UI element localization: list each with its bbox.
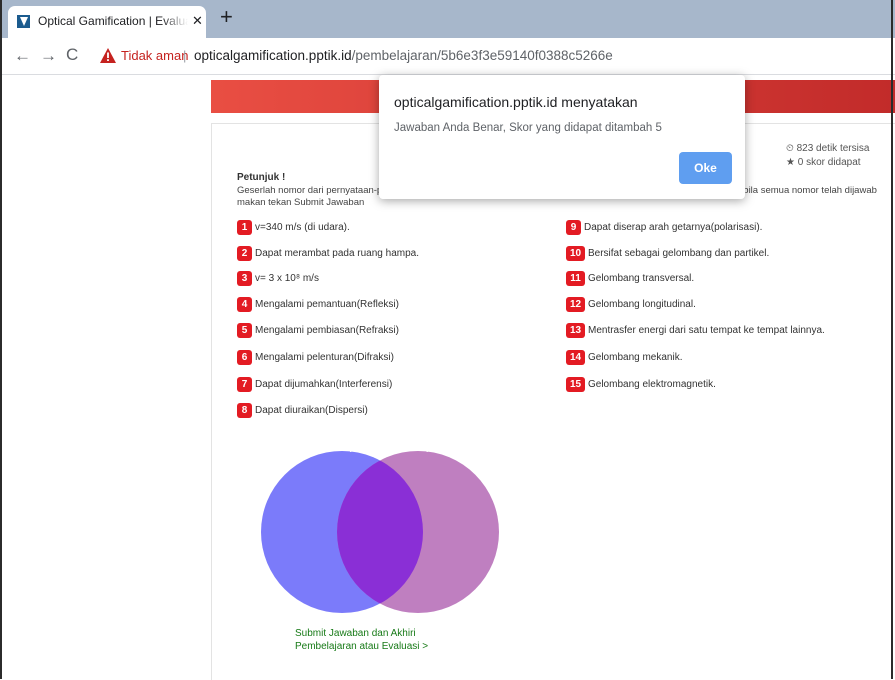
statement-text: Gelombang mekanik. [588, 351, 683, 363]
timer-text: ⏲ 823 detik tersisa [786, 143, 870, 154]
statement-text: Gelombang transversal. [588, 272, 695, 284]
statement-text: Mentrasfer energi dari satu tempat ke te… [588, 324, 825, 336]
instructions-heading: Petunjuk ! [237, 172, 286, 183]
statement-text: v=340 m/s (di udara). [255, 221, 350, 233]
statement-item[interactable]: 2 Dapat merambat pada ruang hampa. [237, 245, 419, 261]
statement-text: Mengalami pembiasan(Refraksi) [255, 324, 399, 336]
statement-item[interactable]: 5 Mengalami pembiasan(Refraksi) [237, 322, 399, 338]
instructions-line2: makan tekan Submit Jawaban [237, 197, 365, 208]
statement-item[interactable]: 7 Dapat dijumahkan(Interferensi) [237, 376, 392, 392]
statement-text: Mengalami pelenturan(Difraksi) [255, 351, 394, 363]
statement-item[interactable]: 11 Gelombang transversal. [566, 270, 694, 286]
statement-number-badge: 15 [566, 376, 585, 392]
statement-item[interactable]: 3 v= 3 x 10⁸ m/s [237, 270, 319, 286]
browser-tab[interactable]: Optical Gamification | Evaluasi dan ✕ [8, 6, 206, 38]
submit-line1: Submit Jawaban dan Akhiri [295, 628, 416, 639]
venn-right-label: Bunyi [408, 442, 433, 453]
new-tab-button[interactable]: + [220, 6, 233, 28]
statement-number-badge: 3 [237, 270, 252, 286]
statement-number-badge: 5 [237, 322, 252, 338]
statement-item[interactable]: 1 v=340 m/s (di udara). [237, 219, 350, 235]
statement-number-badge: 10 [566, 245, 585, 261]
statement-item[interactable]: 4 Mengalami pemantuan(Refleksi) [237, 296, 399, 312]
statement-text: Bersifat sebagai gelombang dan partikel. [588, 247, 770, 259]
statement-text: Dapat diserap arah getarnya(polarisasi). [584, 221, 763, 233]
statement-text: v= 3 x 10⁸ m/s [255, 272, 319, 284]
statement-number-badge: 6 [237, 349, 252, 365]
site-favicon-icon [17, 15, 30, 28]
address-bar[interactable]: opticalgamification.pptik.id/pembelajara… [194, 48, 613, 63]
security-status[interactable]: Tidak aman [121, 48, 188, 63]
statement-item[interactable]: 9 Dapat diserap arah getarnya(polarisasi)… [566, 219, 762, 235]
statement-item[interactable]: 8 Dapat diuraikan(Dispersi) [237, 402, 368, 418]
statement-number-badge: 13 [566, 322, 585, 338]
submit-line2: Pembelajaran atau Evaluasi > [295, 641, 429, 652]
statement-number-badge: 11 [566, 270, 585, 286]
statement-text: Dapat merambat pada ruang hampa. [255, 247, 419, 259]
statement-item[interactable]: 10 Bersifat sebagai gelombang dan partike… [566, 245, 769, 261]
statement-number-badge: 7 [237, 376, 252, 392]
venn-diagram[interactable]: Cahaya Bunyi [255, 435, 515, 620]
forward-button[interactable]: → [40, 47, 57, 65]
url-host: opticalgamification.pptik.id [194, 48, 352, 63]
statement-text: Mengalami pemantuan(Refleksi) [255, 298, 399, 310]
statement-item[interactable]: 13 Mentrasfer energi dari satu tempat ke … [566, 322, 825, 338]
close-tab-icon[interactable]: ✕ [192, 13, 203, 29]
statement-number-badge: 2 [237, 245, 252, 261]
statement-item[interactable]: 6 Mengalami pelenturan(Difraksi) [237, 349, 394, 365]
url-separator: | [183, 48, 187, 63]
statement-text: Gelombang elektromagnetik. [588, 378, 716, 390]
statement-number-badge: 8 [237, 402, 252, 418]
browser-toolbar: ← → C Tidak aman | opticalgamification.p… [0, 38, 895, 75]
dialog-message: Jawaban Anda Benar, Skor yang didapat di… [394, 122, 662, 134]
alert-dialog: opticalgamification.pptik.id menyatakan … [379, 75, 745, 199]
statement-item[interactable]: 14 Gelombang mekanik. [566, 349, 683, 365]
statement-text: Dapat diuraikan(Dispersi) [255, 404, 368, 416]
statement-number-badge: 1 [237, 219, 252, 235]
statement-number-badge: 14 [566, 349, 585, 365]
tab-title: Optical Gamification | Evaluasi dan [38, 14, 188, 28]
url-path: /pembelajaran/5b6e3f3e59140f0388c5266e [351, 48, 613, 63]
statement-text: Gelombang longitudinal. [588, 298, 696, 310]
ok-button[interactable]: Oke [679, 152, 732, 184]
venn-left-label: Cahaya [326, 442, 361, 453]
statement-number-badge: 9 [566, 219, 581, 235]
score-text: ★ 0 skor didapat [786, 157, 861, 168]
dialog-title: opticalgamification.pptik.id menyatakan [394, 94, 638, 110]
warning-icon[interactable] [100, 48, 116, 63]
reload-button[interactable]: C [66, 46, 78, 64]
statement-number-badge: 12 [566, 296, 585, 312]
statement-text: Dapat dijumahkan(Interferensi) [255, 378, 393, 390]
instructions-line1-end: abila semua nomor telah dijawab [738, 185, 877, 196]
instructions-line1: Geserlah nomor dari pernyataan-pern [237, 185, 396, 196]
statement-item[interactable]: 15 Gelombang elektromagnetik. [566, 376, 716, 392]
statement-item[interactable]: 12 Gelombang longitudinal. [566, 296, 696, 312]
statement-number-badge: 4 [237, 296, 252, 312]
tab-strip: Optical Gamification | Evaluasi dan ✕ + [0, 0, 895, 38]
submit-link[interactable]: Submit Jawaban dan Akhiri Pembelajaran a… [295, 627, 428, 653]
back-button[interactable]: ← [14, 47, 31, 65]
